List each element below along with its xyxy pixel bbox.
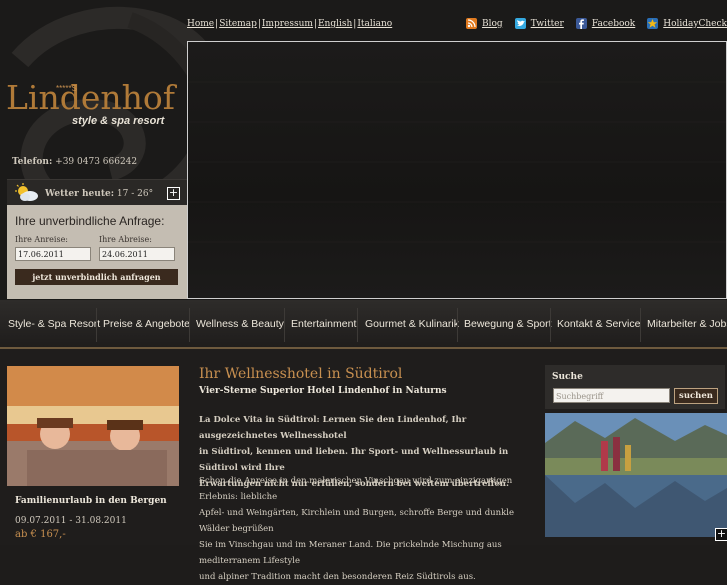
body-line: und alpiner Tradition macht den besonder… <box>199 572 476 582</box>
arrival-date-input[interactable]: 17.06.2011 <box>15 247 91 261</box>
social-facebook[interactable]: Facebook <box>575 18 636 29</box>
inquiry-form: Ihre unverbindliche Anfrage: Ihre Anreis… <box>7 205 187 299</box>
nav-impressum[interactable]: Impressum <box>262 19 313 29</box>
menu-divider <box>189 308 190 342</box>
rss-icon <box>466 18 478 29</box>
menu-item-gourmet[interactable]: Gourmet & Kulinarik <box>365 318 459 330</box>
body-paragraph: Schon die Anreise in den malerischen Vin… <box>199 473 539 585</box>
menu-divider <box>357 308 358 342</box>
social-twitter-label: Twitter <box>530 18 564 29</box>
inquiry-title: Ihre unverbindliche Anfrage: <box>15 214 165 228</box>
menu-divider <box>550 308 551 342</box>
brand-logo[interactable]: Lindenhof <box>6 78 175 117</box>
social-holidaycheck-label: HolidayCheck <box>663 18 727 29</box>
nav-italiano[interactable]: Italiano <box>357 19 392 29</box>
menu-divider <box>96 308 97 342</box>
weather-value: 17 - 26° <box>116 189 154 199</box>
promo-title[interactable]: Familienurlaub in den Bergen <box>15 496 167 506</box>
facebook-icon <box>575 18 587 29</box>
sun-cloud-icon <box>15 183 38 201</box>
nav-home[interactable]: Home <box>187 19 214 29</box>
nav-english[interactable]: English <box>318 19 352 29</box>
menu-item-resort[interactable]: Style- & Spa Resort <box>8 318 100 330</box>
departure-label: Ihre Abreise: <box>99 235 152 244</box>
main-menu: Style- & Spa Resort Preise & Angebote We… <box>0 300 727 347</box>
body-line: Schon die Anreise in den malerischen Vin… <box>199 476 513 502</box>
contact-phone: Telefon: +39 0473 666242 <box>12 157 137 167</box>
top-nav: Home|Sitemap|Impressum|English|Italiano <box>187 19 392 29</box>
lake-photo <box>545 413 727 537</box>
page-subtitle: Vier-Sterne Superior Hotel Lindenhof in … <box>199 386 447 396</box>
twitter-icon <box>514 18 526 29</box>
search-label: Suche <box>552 372 583 382</box>
weather-label: Wetter heute: <box>45 189 115 199</box>
promo-dates: 09.07.2011 - 31.08.2011 <box>15 516 127 526</box>
page-title: Ihr Wellnesshotel in Südtirol <box>199 366 403 382</box>
social-links: Blog Twitter Facebook HolidayCheck <box>466 18 727 29</box>
search-button[interactable]: suchen <box>674 388 718 404</box>
menu-divider <box>640 308 641 342</box>
menu-item-entertainment[interactable]: Entertainment <box>291 318 356 330</box>
departure-date-input[interactable]: 24.06.2011 <box>99 247 175 261</box>
inquiry-submit-button[interactable]: jetzt unverbindlich anfragen <box>15 269 178 285</box>
menu-item-sport[interactable]: Bewegung & Sport <box>464 318 552 330</box>
body-line: Apfel- und Weingärten, Kirchlein und Bur… <box>199 508 514 534</box>
search-input[interactable]: Suchbegriff <box>553 388 670 403</box>
weather-text: Wetter heute: 17 - 26° <box>45 189 153 199</box>
weather-expand-button[interactable]: + <box>167 187 180 200</box>
weather-widget: Wetter heute: 17 - 26° + <box>7 179 187 206</box>
phone-label: Telefon: <box>12 157 53 167</box>
social-holidaycheck[interactable]: HolidayCheck <box>647 18 727 29</box>
phone-number: +39 0473 666242 <box>55 157 138 167</box>
holidaycheck-icon <box>647 18 659 29</box>
search-widget: Suche Suchbegriff suchen <box>545 365 725 409</box>
menu-item-contact[interactable]: Kontakt & Service <box>557 318 640 330</box>
image-expand-button[interactable]: + <box>715 528 727 541</box>
menu-item-prices[interactable]: Preise & Angebote <box>103 318 190 330</box>
social-twitter[interactable]: Twitter <box>514 18 564 29</box>
brand-tagline: style & spa resort <box>72 115 165 127</box>
intro-line: in Südtirol, kennen und lieben. Ihr Spor… <box>199 447 509 473</box>
promo-image[interactable] <box>7 366 179 486</box>
menu-item-jobs[interactable]: Mitarbeiter & Jobs <box>647 318 727 330</box>
family-photo <box>7 366 179 486</box>
social-facebook-label: Facebook <box>591 18 636 29</box>
promo-price: ab € 167,- <box>15 529 66 540</box>
social-blog-label: Blog <box>482 18 503 29</box>
menu-divider <box>457 308 458 342</box>
brand-stars: *****S <box>56 84 77 93</box>
landscape-image[interactable] <box>545 413 727 537</box>
menu-item-wellness[interactable]: Wellness & Beauty <box>196 318 284 330</box>
body-line: Sie im Vinschgau und im Meraner Land. Di… <box>199 540 502 566</box>
arrival-label: Ihre Anreise: <box>15 235 68 244</box>
intro-line: La Dolce Vita in Südtirol: Lernen Sie de… <box>199 415 467 441</box>
hero-placeholder <box>188 81 726 243</box>
menu-divider <box>284 308 285 342</box>
hero-image <box>187 41 727 299</box>
nav-sitemap[interactable]: Sitemap <box>219 19 257 29</box>
social-blog[interactable]: Blog <box>466 18 503 29</box>
